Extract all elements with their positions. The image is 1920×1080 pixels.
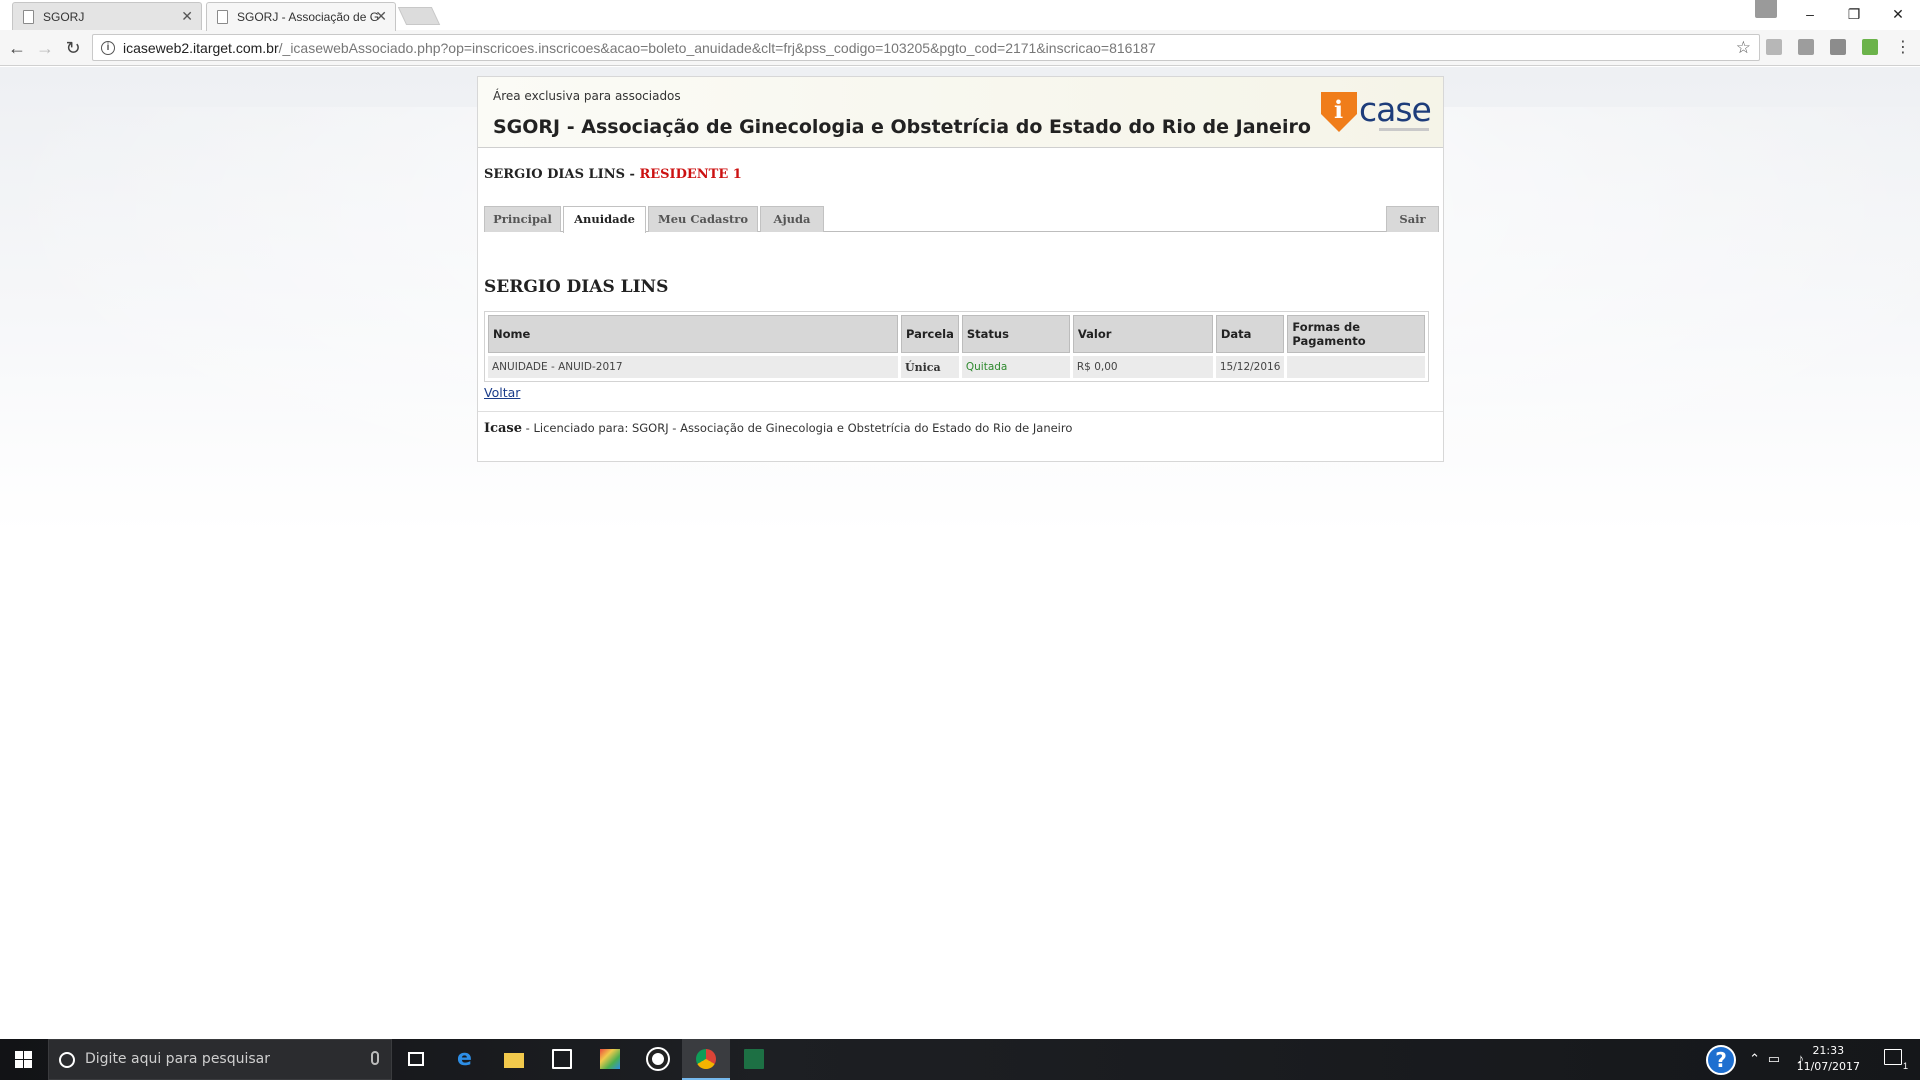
anuidade-table: Nome Parcela Status Valor Data Formas de… — [484, 311, 1429, 382]
site-header: Área exclusiva para associados SGORJ - A… — [478, 77, 1443, 148]
file-explorer-icon[interactable] — [490, 1039, 538, 1080]
bookmark-star-icon[interactable]: ☆ — [1736, 38, 1751, 58]
menu-icon[interactable]: ⋮ — [1892, 37, 1914, 59]
taskbar: Digite aqui para pesquisar e ? ⌃ ▭ ♪ 21:… — [0, 1039, 1920, 1080]
org-title: SGORJ - Associação de Ginecologia e Obst… — [493, 116, 1311, 138]
column-header-valor: Valor — [1072, 315, 1213, 353]
microphone-icon[interactable] — [371, 1051, 379, 1065]
system-clock[interactable]: 21:33 11/07/2017 — [1797, 1043, 1860, 1075]
user-role: RESIDENTE 1 — [639, 167, 742, 182]
windows-start-icon[interactable] — [0, 1039, 48, 1080]
media-app-icon[interactable] — [634, 1039, 682, 1080]
tab-meu-cadastro[interactable]: Meu Cadastro — [648, 206, 758, 232]
cell-valor: R$ 0,00 — [1072, 356, 1213, 378]
browser-tab-sgorj[interactable]: SGORJ ✕ — [12, 2, 202, 30]
excel-icon[interactable] — [730, 1039, 778, 1080]
voltar-link[interactable]: Voltar — [484, 385, 520, 400]
forward-icon[interactable]: → — [34, 37, 56, 59]
page-viewport: Área exclusiva para associados SGORJ - A… — [0, 67, 1920, 1039]
minimize-button[interactable]: – — [1788, 2, 1832, 26]
close-tab-icon[interactable]: ✕ — [375, 8, 387, 25]
clock-date: 11/07/2017 — [1796, 1060, 1860, 1073]
restore-button[interactable]: ❐ — [1832, 2, 1876, 26]
column-header-parcela: Parcela — [901, 315, 959, 353]
info-icon[interactable]: i — [101, 41, 115, 55]
content-card: Área exclusiva para associados SGORJ - A… — [477, 76, 1444, 462]
browser-toolbar: ← → ↻ i icaseweb2.itarget.com.br/_icasew… — [0, 30, 1920, 66]
table-header-row: Nome Parcela Status Valor Data Formas de… — [488, 315, 1425, 353]
column-header-formas-pagamento: Formas de Pagamento — [1287, 315, 1425, 353]
profile-icon[interactable] — [1755, 0, 1777, 18]
notification-icon[interactable] — [1884, 1049, 1902, 1065]
network-icon[interactable]: ▭ — [1768, 1051, 1780, 1067]
footer-divider — [478, 411, 1443, 412]
user-line: SERGIO DIAS LINS - RESIDENTE 1 — [484, 167, 742, 182]
section-title: SERGIO DIAS LINS — [484, 277, 669, 297]
browser-tab-active[interactable]: SGORJ - Associação de G ✕ — [206, 2, 396, 31]
column-header-status: Status — [961, 315, 1070, 353]
taskbar-search[interactable]: Digite aqui para pesquisar — [48, 1039, 392, 1080]
user-name: SERGIO DIAS LINS — [484, 167, 625, 182]
app-icon[interactable] — [586, 1039, 634, 1080]
extension-icon[interactable] — [1830, 39, 1846, 55]
page-icon — [23, 10, 34, 24]
icase-logo: i case — [1321, 90, 1432, 134]
tray-chevron-icon[interactable]: ⌃ — [1749, 1051, 1760, 1067]
chrome-icon[interactable] — [682, 1039, 730, 1080]
close-tab-icon[interactable]: ✕ — [181, 8, 193, 25]
logo-tagline-icon — [1379, 128, 1429, 131]
task-view-icon[interactable] — [392, 1039, 440, 1080]
cell-status: Quitada — [961, 356, 1070, 378]
browser-tab-title: SGORJ — [43, 10, 85, 24]
search-placeholder: Digite aqui para pesquisar — [85, 1051, 271, 1067]
extension-icon[interactable] — [1766, 39, 1782, 55]
column-header-data: Data — [1215, 315, 1285, 353]
extension-icon[interactable] — [1862, 39, 1878, 55]
footer-text: - Licenciado para: SGORJ - Associação de… — [522, 421, 1073, 435]
new-tab-button[interactable] — [397, 7, 441, 25]
cortana-icon — [59, 1052, 75, 1068]
user-separator: - — [624, 167, 640, 182]
column-header-nome: Nome — [488, 315, 898, 353]
tab-ajuda[interactable]: Ajuda — [760, 206, 824, 232]
url-host: icaseweb2.itarget.com.br — [123, 40, 279, 56]
browser-tab-title: SGORJ - Associação de G — [237, 10, 380, 24]
close-window-button[interactable]: ✕ — [1876, 2, 1920, 26]
url-text: icaseweb2.itarget.com.br/_icasewebAssoci… — [123, 40, 1156, 56]
logo-mark: i — [1334, 95, 1344, 124]
extension-icon[interactable] — [1798, 39, 1814, 55]
store-icon[interactable] — [538, 1039, 586, 1080]
edge-icon[interactable]: e — [442, 1039, 490, 1080]
clock-time: 21:33 — [1812, 1044, 1845, 1057]
cell-nome: ANUIDADE - ANUID-2017 — [488, 356, 898, 378]
back-icon[interactable]: ← — [6, 37, 28, 59]
logo-word: case — [1359, 90, 1432, 129]
browser-tabstrip: SGORJ ✕ SGORJ - Associação de G ✕ – ❐ ✕ — [0, 0, 1920, 31]
url-path: /_icasewebAssociado.php?op=inscricoes.in… — [278, 40, 1156, 56]
nav-tabs: Principal Anuidade Meu Cadastro Ajuda Sa… — [484, 206, 1439, 233]
footer-brand: Icase — [484, 421, 523, 436]
tab-anuidade[interactable]: Anuidade — [563, 206, 646, 233]
tab-principal[interactable]: Principal — [484, 206, 561, 232]
table-row: ANUIDADE - ANUID-2017 Única Quitada R$ 0… — [488, 356, 1425, 378]
notification-count: 1 — [1902, 1061, 1908, 1071]
logout-button[interactable]: Sair — [1386, 206, 1439, 232]
cell-formas-pagamento — [1287, 356, 1425, 378]
reload-icon[interactable]: ↻ — [62, 37, 84, 59]
footer: Icase - Licenciado para: SGORJ - Associa… — [484, 421, 1072, 436]
cell-data: 15/12/2016 — [1215, 356, 1285, 378]
cell-parcela: Única — [901, 356, 959, 378]
help-icon[interactable]: ? — [1706, 1045, 1736, 1075]
area-label: Área exclusiva para associados — [493, 89, 681, 103]
address-bar[interactable]: i icaseweb2.itarget.com.br/_icasewebAsso… — [92, 34, 1760, 61]
page-icon — [217, 10, 228, 24]
